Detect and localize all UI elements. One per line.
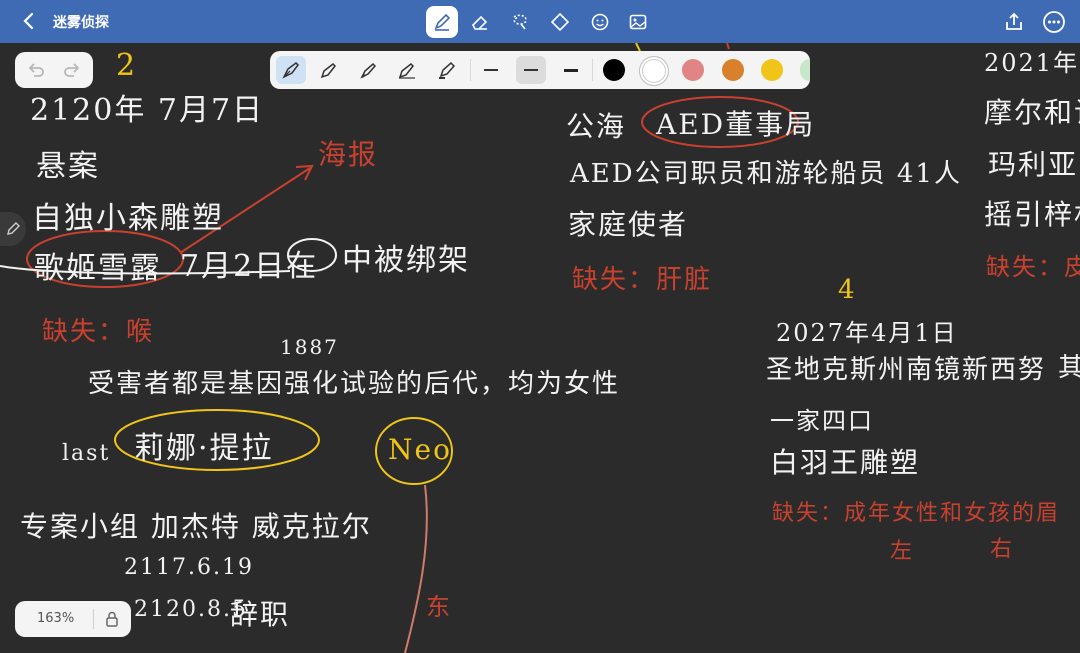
note-tr-date: 2021年6月 <box>984 49 1080 77</box>
note-team: 专案小组 加杰特 威克拉尔 <box>20 510 372 543</box>
undo-button[interactable] <box>25 59 47 81</box>
note-missing4: 缺失：成年女性和女孩的眉 <box>772 501 1061 526</box>
note-missing1: 缺失：喉 <box>42 317 155 347</box>
note-tr-l3: 摇引梓村 <box>984 198 1080 231</box>
note-missing2: 缺失：肝脏 <box>572 265 713 295</box>
color-swatch-white[interactable] <box>642 59 666 83</box>
note-tr-l1: 摩尔和记 <box>984 96 1080 129</box>
note-neo: Neo <box>388 433 452 466</box>
chevron-left-icon <box>23 12 34 30</box>
lasso-tool-button[interactable] <box>504 6 536 38</box>
share-button[interactable] <box>1002 10 1026 34</box>
share-icon <box>1006 12 1022 30</box>
redo-button[interactable] <box>61 59 83 81</box>
note-left4: 左 <box>890 539 915 564</box>
image-icon <box>629 14 647 30</box>
note-statue4: 白羽王雕塑 <box>770 446 921 479</box>
color-swatch-black[interactable] <box>603 59 625 81</box>
note-name1: 歌姬雪露 <box>34 251 162 286</box>
note-tr-missing: 缺失：皮 <box>986 253 1080 281</box>
redo-icon <box>64 63 80 77</box>
line-width-thin[interactable] <box>476 56 506 84</box>
note-line-c-end: 中被绑架 <box>342 243 470 278</box>
more-icon <box>1043 11 1065 33</box>
note-date1: 2120年 7月7日 <box>30 93 265 128</box>
pencil-icon <box>7 222 20 235</box>
line-width-thick[interactable] <box>556 56 586 84</box>
lasso-icon <box>513 14 527 30</box>
pen-icon <box>434 13 451 31</box>
note-aed-board: AED董事局 <box>656 108 816 141</box>
ballpoint-pen-button[interactable] <box>314 56 344 84</box>
vertical-red-line <box>404 484 428 653</box>
note-date-2117: 2117.6.19 <box>124 555 254 580</box>
brush-pen-icon <box>360 62 377 79</box>
pen-tool-button[interactable] <box>426 6 458 38</box>
highlighter-icon <box>439 61 456 79</box>
brush-pen-button[interactable] <box>354 56 384 84</box>
fountain-pen-button[interactable] <box>276 56 306 84</box>
color-swatch-orange[interactable] <box>722 59 744 81</box>
note-canvas[interactable]: 2 2120年 7月7日 悬案 自独小森雕塑 歌姬雪露 7月2日在 中被绑架 海… <box>0 43 1080 653</box>
note-aed-staff: AED公司职员和游轮船员 41人 <box>570 159 962 189</box>
undo-icon <box>28 63 44 77</box>
toolbar-divider <box>470 59 471 81</box>
eraser-icon <box>472 15 488 30</box>
note-family4: 一家四口 <box>770 407 874 435</box>
note-right4: 右 <box>990 537 1015 562</box>
note-number-4: 4 <box>838 275 857 305</box>
shapes-tool-button[interactable] <box>544 6 576 38</box>
notebook-title: 迷雾侦探 <box>53 15 109 31</box>
back-button[interactable] <box>18 10 40 32</box>
zoom-divider <box>93 609 94 629</box>
note-place4: 圣地克斯州南镜新西努 <box>766 355 1047 385</box>
sticker-icon <box>591 13 609 31</box>
note-line-b: 自独小森雕塑 <box>32 201 224 236</box>
note-family: 家庭使者 <box>568 208 689 241</box>
note-arrow-label: 海报 <box>318 138 379 171</box>
zoom-lock-button[interactable] <box>103 610 121 628</box>
ballpoint-pen-icon <box>320 63 336 79</box>
lock-icon <box>106 611 118 627</box>
highlighter-button[interactable] <box>432 56 462 84</box>
color-swatch-green-partial[interactable] <box>800 59 810 81</box>
note-center-top: 公海 <box>566 110 627 143</box>
image-tool-button[interactable] <box>622 6 654 38</box>
note-resign: 辞职 <box>230 598 291 631</box>
note-place4-trunc: 其 <box>1058 353 1080 383</box>
note-number-2: 2 <box>116 48 138 83</box>
fountain-pen-icon <box>282 62 299 79</box>
note-last-label: last <box>62 441 111 466</box>
note-victims: 受害者都是基因强化试验的后代，均为女性 <box>88 369 621 399</box>
note-line-c-tail: 7月2日在 <box>180 249 319 284</box>
shapes-icon <box>550 12 570 32</box>
zoom-level: 163% <box>37 611 75 626</box>
note-date4: 2027年4月1日 <box>776 319 958 347</box>
pencil-icon <box>398 63 415 79</box>
more-button[interactable] <box>1042 10 1066 34</box>
note-line-a: 悬案 <box>36 149 100 184</box>
toolbar-divider <box>592 59 593 81</box>
undo-redo-panel <box>15 52 93 88</box>
zoom-control: 163% <box>15 601 131 637</box>
eraser-tool-button[interactable] <box>464 6 496 38</box>
note-1887: 1887 <box>280 335 339 359</box>
color-swatch-yellow[interactable] <box>761 59 783 81</box>
note-vertical-red: 东 <box>426 593 452 621</box>
pencil-button[interactable] <box>392 56 422 84</box>
sticker-tool-button[interactable] <box>584 6 616 38</box>
note-name-last: 莉娜·提拉 <box>134 431 274 466</box>
color-swatch-pink[interactable] <box>682 59 704 81</box>
pen-toolbar <box>270 51 810 89</box>
line-width-medium[interactable] <box>516 56 546 84</box>
app-header: 迷雾侦探 <box>0 0 1080 43</box>
note-tr-l2: 玛利亚 <box>988 148 1079 181</box>
